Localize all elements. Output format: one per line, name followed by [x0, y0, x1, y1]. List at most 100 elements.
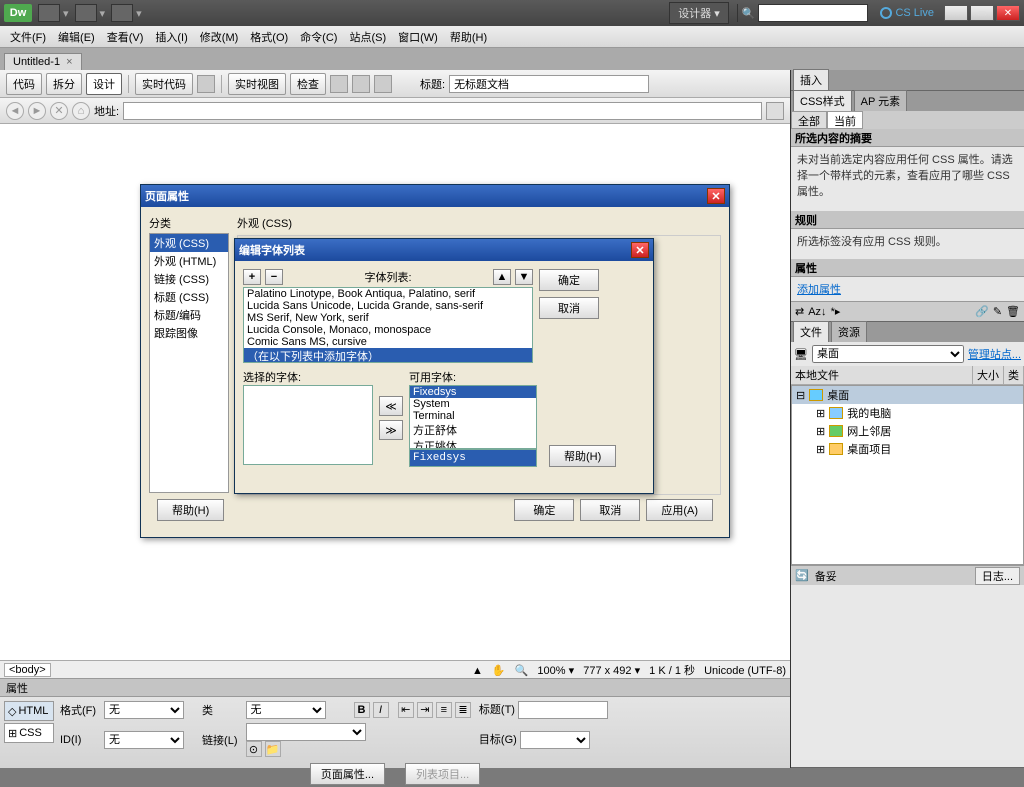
menu-file[interactable]: 文件(F) [4, 29, 52, 45]
tab-close-icon[interactable]: × [66, 56, 72, 68]
outdent-icon[interactable]: ⇤ [398, 702, 414, 718]
menu-modify[interactable]: 修改(M) [194, 29, 245, 45]
livecode-button[interactable]: 实时代码 [135, 73, 193, 95]
manage-sites-link[interactable]: 管理站点... [968, 346, 1021, 362]
tree-item-mycomputer[interactable]: ⊞ 我的电脑 [792, 404, 1023, 422]
minimize-button[interactable]: ─ [944, 5, 968, 21]
menu-view[interactable]: 查看(V) [101, 29, 150, 45]
indent-icon[interactable]: ⇥ [417, 702, 433, 718]
category-list[interactable]: 外观 (CSS) 外观 (HTML) 链接 (CSS) 标题 (CSS) 标题/… [149, 233, 229, 493]
maximize-button[interactable]: ▭ [970, 5, 994, 21]
pp-ok-button[interactable]: 确定 [514, 499, 574, 521]
format-select[interactable]: 无 [104, 701, 184, 719]
fontlist-item[interactable]: Palatino Linotype, Book Antiqua, Palatin… [244, 288, 532, 300]
site-select[interactable]: 桌面 [812, 345, 964, 363]
fontedit-ok-button[interactable]: 确定 [539, 269, 599, 291]
fontlist-item[interactable]: MS Serif, New York, serif [244, 312, 532, 324]
log-button[interactable]: 日志... [975, 567, 1020, 585]
menu-site[interactable]: 站点(S) [343, 29, 392, 45]
tab-insert[interactable]: 插入 [793, 69, 829, 90]
nav-fwd-icon[interactable]: ► [28, 102, 46, 120]
tab-resources[interactable]: 资源 [831, 321, 867, 342]
refresh-icon[interactable] [352, 75, 370, 93]
css-az-icon[interactable]: Aᴢ↓ [808, 306, 826, 318]
remove-font-arrow[interactable]: ≫ [379, 420, 403, 440]
move-down-button[interactable]: ▼ [515, 269, 533, 285]
cat-appearance-css[interactable]: 外观 (CSS) [150, 234, 228, 252]
pp-apply-button[interactable]: 应用(A) [646, 499, 713, 521]
fontlist-item[interactable]: Comic Sans MS, cursive [244, 336, 532, 348]
fontlist-item[interactable]: Lucida Sans Unicode, Lucida Grande, sans… [244, 300, 532, 312]
menu-edit[interactable]: 编辑(E) [52, 29, 101, 45]
files-refresh-icon[interactable]: 🔄 [795, 569, 809, 582]
dialog-close-icon[interactable]: ✕ [707, 188, 725, 204]
view-design-button[interactable]: 设计 [86, 73, 122, 95]
options-icon[interactable] [374, 75, 392, 93]
pp-cancel-button[interactable]: 取消 [580, 499, 640, 521]
files-tree[interactable]: ⊟ 桌面 ⊞ 我的电脑 ⊞ 网上邻居 ⊞ 桌面项目 [791, 385, 1024, 565]
props-css-mode[interactable]: ⊞ CSS [4, 723, 54, 743]
close-button[interactable]: ✕ [996, 5, 1020, 21]
tab-files[interactable]: 文件 [793, 321, 829, 342]
fontedit-close-icon[interactable]: ✕ [631, 242, 649, 258]
menu-help[interactable]: 帮助(H) [444, 29, 493, 45]
css-current-tab[interactable]: 当前 [827, 111, 863, 129]
tree-item-desktop[interactable]: ⊟ 桌面 [792, 386, 1023, 404]
cat-headings[interactable]: 标题 (CSS) [150, 288, 228, 306]
tree-item-desktopitems[interactable]: ⊞ 桌面项目 [792, 440, 1023, 458]
liveview-button[interactable]: 实时视图 [228, 73, 286, 95]
fontedit-help-button[interactable]: 帮助(H) [549, 445, 616, 467]
css-all-tab[interactable]: 全部 [791, 111, 827, 129]
move-up-button[interactable]: ▲ [493, 269, 511, 285]
fontlist-item-add[interactable]: （在以下列表中添加字体） [244, 348, 532, 363]
css-cascade-icon[interactable]: ⇄ [795, 305, 804, 318]
tag-body[interactable]: <body> [4, 663, 51, 677]
remove-fontlist-button[interactable]: − [265, 269, 283, 285]
available-font-item[interactable]: Fixedsys [410, 386, 536, 398]
add-property-link[interactable]: 添加属性 [797, 284, 841, 296]
tree-item-network[interactable]: ⊞ 网上邻居 [792, 422, 1023, 440]
link-browse-icon[interactable]: 📁 [265, 741, 281, 757]
menu-insert[interactable]: 插入(I) [149, 29, 193, 45]
selected-font-input[interactable] [409, 449, 537, 467]
document-tab[interactable]: Untitled-1× [4, 53, 82, 70]
cat-appearance-html[interactable]: 外观 (HTML) [150, 252, 228, 270]
class-select[interactable]: 无 [246, 701, 326, 719]
pp-help-button[interactable]: 帮助(H) [157, 499, 224, 521]
hand-tool-icon[interactable]: ✋ [492, 665, 506, 677]
css-new-icon[interactable]: ✎ [993, 305, 1002, 318]
pointer-tool-icon[interactable]: ▲ [472, 665, 483, 677]
props-title-input[interactable] [518, 701, 608, 719]
css-delete-icon[interactable]: 🗑 [1006, 305, 1020, 318]
fontlist-item[interactable]: Lucida Console, Monaco, monospace [244, 324, 532, 336]
inspect-button[interactable]: 检查 [290, 73, 326, 95]
site-icon[interactable] [111, 4, 133, 22]
menu-window[interactable]: 窗口(W) [392, 29, 444, 45]
menu-commands[interactable]: 命令(C) [294, 29, 343, 45]
title-input[interactable] [449, 75, 649, 93]
italic-icon[interactable]: I [373, 702, 389, 718]
css-set-icon[interactable]: *▸ [831, 305, 841, 318]
nav-stop-icon[interactable]: ✕ [50, 102, 68, 120]
add-font-arrow[interactable]: ≪ [379, 396, 403, 416]
available-font-item[interactable]: Terminal [410, 410, 536, 422]
workspace-switcher[interactable]: 设计器 ▾ [669, 2, 729, 24]
cslive-button[interactable]: CS Live [880, 7, 934, 19]
address-go-icon[interactable] [766, 102, 784, 120]
zoom-value[interactable]: 100% [537, 665, 565, 677]
add-fontlist-button[interactable]: + [243, 269, 261, 285]
search-input[interactable] [758, 4, 868, 22]
css-attach-icon[interactable]: 🔗 [975, 305, 989, 318]
target-select[interactable] [520, 731, 590, 749]
props-html-mode[interactable]: ◇ HTML [4, 701, 54, 721]
ul-icon[interactable]: ≡ [436, 702, 452, 718]
link-point-icon[interactable]: ⊙ [246, 741, 262, 757]
view-code-button[interactable]: 代码 [6, 73, 42, 95]
tab-css-styles[interactable]: CSS样式 [793, 90, 852, 111]
fontlist-box[interactable]: Palatino Linotype, Book Antiqua, Palatin… [243, 287, 533, 363]
tab-ap-elements[interactable]: AP 元素 [854, 90, 908, 111]
browser-icon[interactable] [330, 75, 348, 93]
link-select[interactable] [246, 723, 366, 741]
cat-title-encoding[interactable]: 标题/编码 [150, 306, 228, 324]
extensions-icon[interactable] [75, 4, 97, 22]
